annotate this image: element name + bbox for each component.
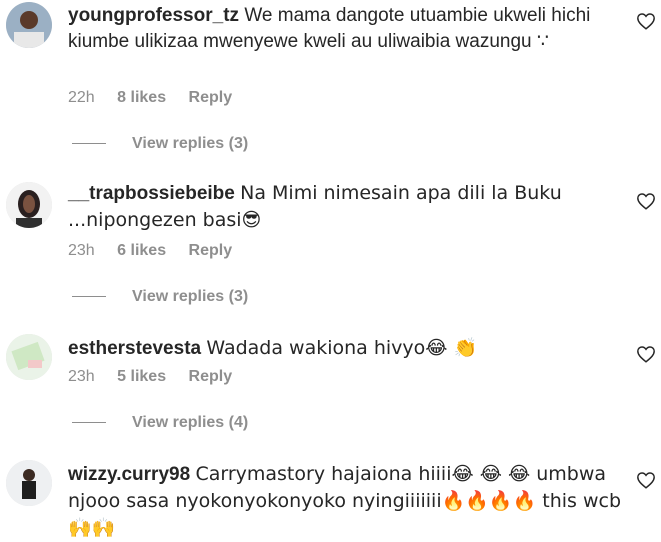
reply-button[interactable]: Reply (189, 242, 233, 259)
heart-outline-icon[interactable] (636, 471, 656, 489)
heart-outline-icon[interactable] (636, 192, 656, 210)
comment-username[interactable]: estherstevesta (68, 338, 201, 359)
view-replies-button[interactable]: View replies (3) (72, 135, 248, 153)
divider-line (72, 296, 106, 298)
view-replies-button[interactable]: View replies (4) (72, 414, 248, 432)
comment-time: 23h (68, 368, 95, 385)
heart-outline-icon[interactable] (636, 12, 656, 30)
avatar[interactable] (6, 182, 52, 228)
reply-button[interactable]: Reply (189, 89, 233, 106)
comment-text: Wadada wakiona hivyo😂 👏 (206, 337, 478, 359)
comment-username[interactable]: __trapbossiebeibe (68, 183, 235, 204)
divider-line (72, 143, 106, 145)
comment-likes[interactable]: 5 likes (117, 368, 166, 385)
divider-line (72, 422, 106, 424)
comment-username[interactable]: wizzy.curry98 (68, 464, 190, 485)
comment-username[interactable]: youngprofessor_tz (68, 5, 239, 26)
comment-likes[interactable]: 8 likes (117, 89, 166, 106)
avatar[interactable] (6, 2, 52, 48)
avatar[interactable] (6, 334, 52, 380)
reply-button[interactable]: Reply (189, 368, 233, 385)
comment-time: 22h (68, 89, 95, 106)
view-replies-button[interactable]: View replies (3) (72, 288, 248, 306)
comment-time: 23h (68, 242, 95, 259)
comment-likes[interactable]: 6 likes (117, 242, 166, 259)
heart-outline-icon[interactable] (636, 345, 656, 363)
avatar[interactable] (6, 460, 52, 506)
